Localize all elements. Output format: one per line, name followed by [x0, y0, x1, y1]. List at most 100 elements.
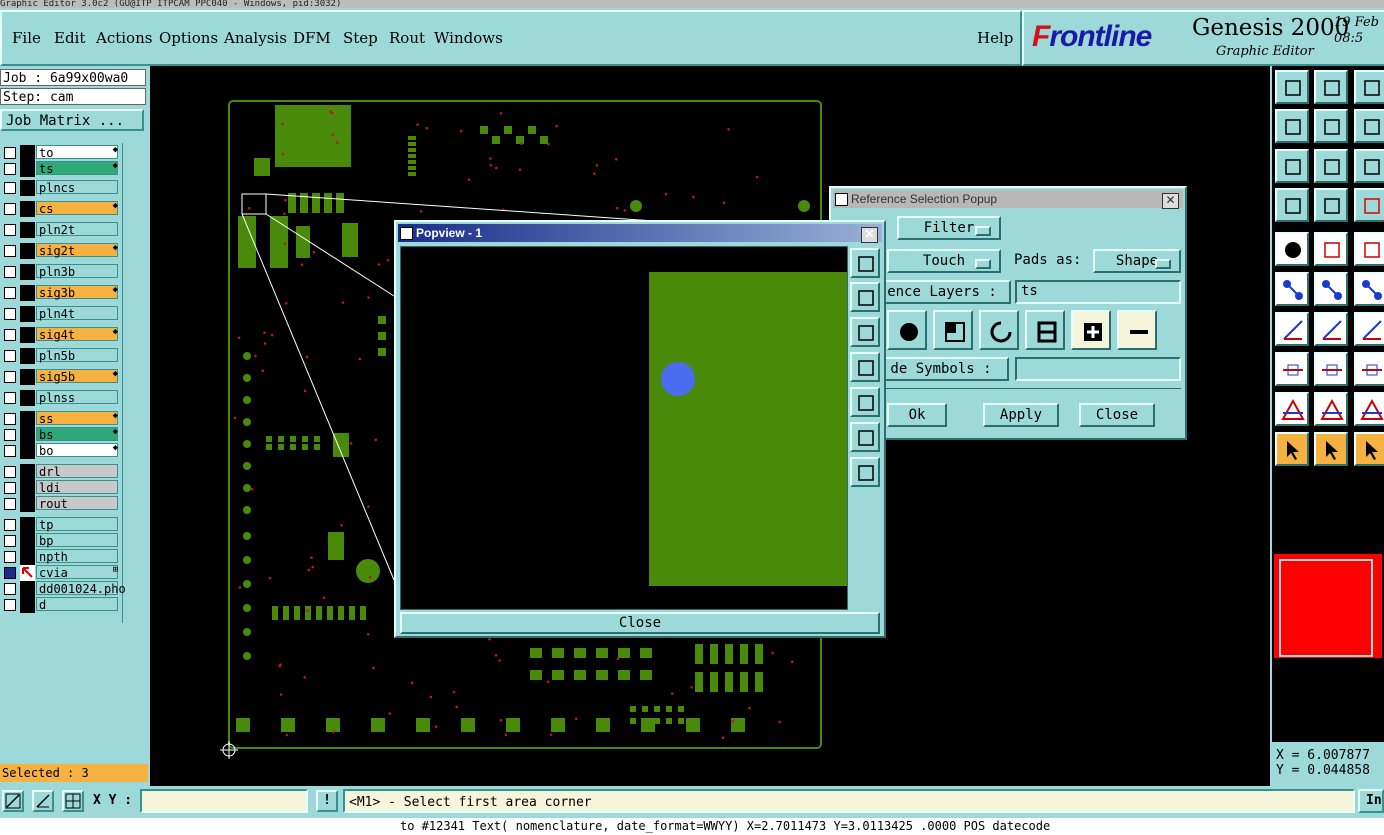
layer-checkbox[interactable]	[4, 567, 16, 579]
popview-zoom-fit-icon[interactable]	[850, 422, 880, 452]
pad-icon[interactable]	[1275, 352, 1309, 386]
layer-row[interactable]: d	[2, 597, 120, 613]
layer-row[interactable]: cvia ⊞	[2, 565, 120, 581]
layer-status-cell[interactable]	[20, 549, 35, 565]
layer-row[interactable]: to ◆	[2, 145, 120, 161]
layer-row[interactable]: pln4t	[2, 306, 120, 322]
layer-name[interactable]: sig4t	[36, 327, 118, 342]
draw-line-icon[interactable]	[1314, 232, 1348, 266]
layer-row[interactable]: bo ◆	[2, 443, 120, 459]
layer-row[interactable]: sig2t ◆	[2, 243, 120, 259]
layer-checkbox[interactable]	[4, 224, 16, 236]
layer-status-cell[interactable]	[20, 145, 35, 161]
layer-status-cell[interactable]	[20, 327, 35, 343]
pan-right-icon[interactable]	[1314, 109, 1348, 143]
xy-input[interactable]	[140, 789, 308, 813]
layer-name[interactable]: bs	[36, 427, 118, 442]
cross-icon[interactable]	[1314, 272, 1348, 306]
layer-row[interactable]: ss ◆	[2, 411, 120, 427]
popview-titlebar[interactable]: Popview - 1 ✕	[398, 224, 882, 243]
layer-checkbox[interactable]	[4, 308, 16, 320]
rect-icon[interactable]	[1354, 352, 1384, 386]
layer-status-cell[interactable]	[20, 427, 35, 443]
select-text-icon[interactable]	[1025, 310, 1065, 350]
layer-name[interactable]: ldi	[36, 480, 118, 495]
select-circle-icon[interactable]	[1354, 432, 1384, 466]
layer-status-cell[interactable]	[20, 180, 35, 196]
triangle-a-icon[interactable]	[1314, 392, 1348, 426]
select-box-icon[interactable]	[1314, 432, 1348, 466]
popview-left-icon[interactable]	[850, 352, 880, 382]
layer-row[interactable]: tp	[2, 517, 120, 533]
menu-dfm[interactable]: DFM	[293, 29, 331, 47]
layer-status-cell[interactable]	[20, 264, 35, 280]
net-icon[interactable]	[1354, 188, 1384, 222]
refsel-titlebar[interactable]: Reference Selection Popup ✕	[833, 190, 1183, 209]
apply-button[interactable]: Apply	[983, 403, 1059, 427]
layer-status-cell[interactable]	[20, 411, 35, 427]
ok-button[interactable]: Ok	[887, 403, 947, 427]
layer-checkbox[interactable]	[4, 392, 16, 404]
alert-icon[interactable]: !	[316, 790, 338, 812]
layer-status-cell[interactable]	[20, 517, 35, 533]
settings-icon[interactable]	[1275, 188, 1309, 222]
arc-icon[interactable]	[1354, 272, 1384, 306]
layer-name[interactable]: bp	[36, 533, 118, 548]
layer-name[interactable]: to	[36, 145, 118, 160]
layer-checkbox[interactable]	[4, 429, 16, 441]
layer-status-cell[interactable]	[20, 222, 35, 238]
layer-name[interactable]: rout	[36, 496, 118, 511]
layer-name[interactable]: bo	[36, 443, 118, 458]
remove-mode-icon[interactable]	[1117, 310, 1157, 350]
menu-actions[interactable]: Actions	[96, 29, 152, 47]
menu-file[interactable]: File	[12, 29, 41, 47]
layer-checkbox[interactable]	[4, 163, 16, 175]
popview-close-button[interactable]: Close	[400, 612, 880, 634]
layer-checkbox[interactable]	[4, 350, 16, 362]
layer-checkbox[interactable]	[4, 482, 16, 494]
triangle-icon[interactable]	[1275, 392, 1309, 426]
layer-row[interactable]: sig4t ◆	[2, 327, 120, 343]
pan-left-icon[interactable]	[1275, 109, 1309, 143]
layer-status-cell[interactable]	[20, 348, 35, 364]
layer-name[interactable]: d	[36, 597, 118, 612]
layer-row[interactable]: pln2t	[2, 222, 120, 238]
circle-icon[interactable]	[1275, 232, 1309, 266]
layer-checkbox[interactable]	[4, 466, 16, 478]
job-matrix-button[interactable]: Job Matrix ...	[0, 109, 144, 131]
add-mode-icon[interactable]	[1071, 310, 1111, 350]
layer-name[interactable]: ts	[36, 161, 118, 176]
layer-status-cell[interactable]	[20, 369, 35, 385]
layer-name[interactable]: cvia	[36, 565, 118, 580]
minus-icon[interactable]	[1314, 352, 1348, 386]
select-square-icon[interactable]	[933, 310, 973, 350]
filter-menu-button[interactable]: Filter	[897, 216, 1001, 240]
layer-row[interactable]: sig5b ◆	[2, 369, 120, 385]
layer-status-cell[interactable]	[20, 243, 35, 259]
grid-icon[interactable]	[62, 790, 84, 812]
popview-right-icon[interactable]	[850, 387, 880, 417]
menu-windows[interactable]: Windows	[434, 29, 503, 47]
redraw-icon[interactable]	[1354, 109, 1384, 143]
layer-checkbox[interactable]	[4, 551, 16, 563]
layer-name[interactable]: pln3b	[36, 264, 118, 279]
layer-name[interactable]: pln2t	[36, 222, 118, 237]
layer-name[interactable]: sig3b	[36, 285, 118, 300]
overview-map[interactable]	[1274, 554, 1382, 658]
select-round-icon[interactable]	[887, 310, 927, 350]
layer-row[interactable]: bp	[2, 533, 120, 549]
layer-checkbox[interactable]	[4, 371, 16, 383]
menu-help[interactable]: Help	[977, 29, 1013, 47]
layer-checkbox[interactable]	[4, 535, 16, 547]
popview-close-icon[interactable]: ✕	[861, 227, 878, 243]
work-layer-arrow-icon[interactable]	[20, 565, 35, 581]
layer-name[interactable]: sig2t	[36, 243, 118, 258]
close-button[interactable]: Close	[1079, 403, 1155, 427]
layer-checkbox[interactable]	[4, 329, 16, 341]
layer-row[interactable]: pln5b	[2, 348, 120, 364]
rotate-icon[interactable]	[1354, 312, 1384, 346]
layer-row[interactable]: plnss	[2, 390, 120, 406]
zoom-home-icon[interactable]	[1275, 70, 1309, 104]
popview-canvas[interactable]	[400, 246, 848, 610]
connect-icon[interactable]	[1275, 272, 1309, 306]
